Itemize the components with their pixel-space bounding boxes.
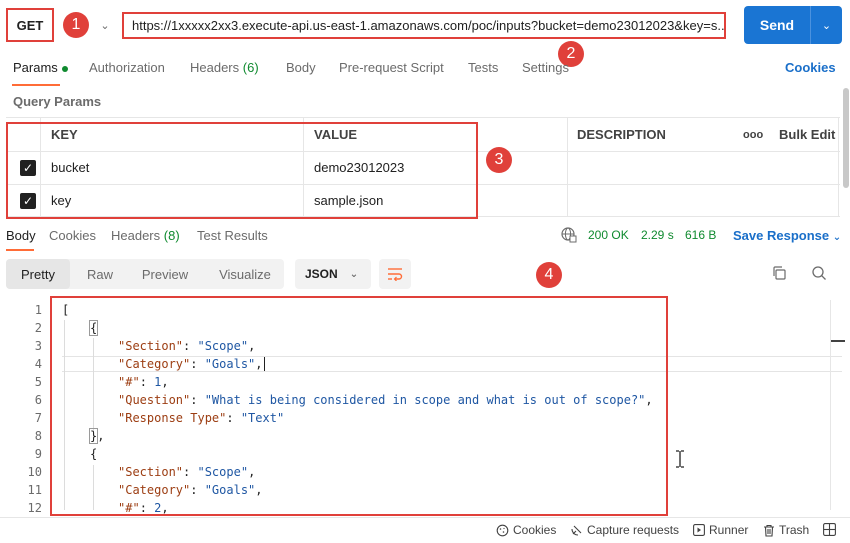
line-number: 3 [34, 339, 42, 353]
tab-params-label: Params [13, 60, 58, 75]
line-number: 5 [34, 375, 42, 389]
response-tab-headers-label: Headers [111, 228, 161, 243]
annotation-badge-1: 1 [63, 12, 89, 38]
tab-params[interactable]: Params [13, 60, 68, 80]
layout-toggle-icon[interactable] [823, 523, 836, 536]
table-col-divider [838, 117, 839, 216]
save-response-button[interactable]: Save Response ⌄ [733, 228, 841, 243]
url-text: https://1xxxxx2xx3.execute-api.us-east-1… [132, 18, 726, 33]
footer-cookies-label: Cookies [513, 523, 557, 537]
chevron-down-icon[interactable]: ⌄ [811, 19, 842, 32]
wrap-lines-icon[interactable] [379, 259, 411, 289]
line-number: 2 [34, 321, 42, 335]
badge-number: 1 [71, 16, 81, 33]
response-tab-test-results[interactable]: Test Results [197, 228, 268, 243]
format-select-label: JSON [305, 267, 338, 281]
tab-headers[interactable]: Headers (6) [190, 60, 259, 80]
trash-icon [764, 524, 774, 537]
search-icon[interactable] [811, 265, 827, 281]
pretty-button[interactable]: Pretty [6, 259, 70, 289]
annotation-badge-4: 4 [536, 262, 562, 288]
tab-prerequest-label: Pre-request Script [339, 60, 444, 75]
response-tab-headers-count: (8) [163, 228, 180, 243]
footer-runner-button[interactable]: Runner [693, 523, 748, 537]
bulk-edit-button[interactable]: Bulk Edit [779, 127, 835, 142]
chevron-down-icon: ⌄ [832, 232, 842, 243]
url-input[interactable]: https://1xxxxx2xx3.execute-api.us-east-1… [122, 12, 726, 39]
footer-runner-label: Runner [709, 523, 749, 537]
table-col-divider [567, 117, 568, 216]
line-number: 12 [27, 501, 42, 513]
raw-button[interactable]: Raw [74, 259, 126, 289]
response-size[interactable]: 616 B [685, 228, 716, 242]
chevron-down-icon[interactable]: ⌄ [96, 16, 114, 34]
play-icon [693, 524, 705, 536]
tab-tests-label: Tests [468, 60, 499, 75]
tab-authorization-label: Authorization [89, 60, 165, 75]
method-select[interactable]: GET [6, 8, 54, 42]
annotation-box-params [6, 122, 478, 219]
tab-settings-label: Settings [522, 60, 569, 75]
tab-tests[interactable]: Tests [468, 60, 498, 80]
tab-body-label: Body [286, 60, 316, 75]
response-time[interactable]: 2.29 s [641, 228, 674, 242]
satellite-icon [571, 525, 582, 536]
response-tab-cookies[interactable]: Cookies [49, 228, 96, 243]
tab-headers-count: (6) [242, 60, 259, 75]
save-response-label: Save Response [733, 228, 830, 243]
footer-trash-button[interactable]: Trash [763, 523, 809, 537]
badge-number: 4 [544, 266, 554, 283]
column-header-description: DESCRIPTION [577, 127, 666, 142]
response-tab-headers[interactable]: Headers (8) [111, 228, 180, 243]
line-number: 11 [27, 483, 42, 497]
table-border-top [6, 117, 840, 118]
response-status[interactable]: 200 OK [588, 228, 629, 242]
query-params-label: Query Params [13, 94, 102, 109]
tab-headers-label: Headers [190, 60, 240, 75]
send-button[interactable]: Send ⌄ [744, 6, 842, 44]
visualize-button[interactable]: Visualize [206, 259, 284, 289]
footer-divider [0, 517, 850, 518]
tab-settings[interactable]: Settings [522, 60, 569, 80]
active-dot-icon [61, 65, 68, 72]
method-label: GET [16, 17, 44, 33]
minimap-divider [830, 300, 831, 510]
line-number: 10 [27, 465, 42, 479]
line-number: 4 [34, 357, 42, 371]
cookie-icon [496, 524, 509, 536]
preview-button[interactable]: Preview [132, 259, 198, 289]
tab-body[interactable]: Body [286, 60, 316, 80]
line-number: 1 [34, 303, 42, 317]
more-options-icon[interactable]: ooo [743, 129, 763, 141]
annotation-box-response [50, 296, 668, 516]
line-number: 7 [34, 411, 42, 425]
response-tab-body[interactable]: Body [6, 228, 36, 243]
cookies-link[interactable]: Cookies [785, 60, 836, 75]
line-numbers-gutter: 1 2 3 4 5 6 7 8 9 10 11 12 [0, 303, 42, 513]
annotation-badge-3: 3 [486, 147, 512, 173]
minimap-marker [831, 340, 845, 342]
line-number: 8 [34, 429, 42, 443]
badge-number: 3 [494, 151, 504, 168]
copy-icon[interactable] [771, 265, 787, 281]
line-number: 6 [34, 393, 42, 407]
footer-cookies-button[interactable]: Cookies [496, 523, 556, 537]
format-select[interactable]: JSON ⌄ [295, 259, 371, 289]
tab-authorization[interactable]: Authorization [89, 60, 165, 80]
text-cursor-icon [674, 450, 686, 468]
tab-active-indicator [12, 84, 60, 86]
footer-capture-label: Capture requests [587, 523, 680, 537]
footer-trash-label: Trash [779, 523, 810, 537]
tab-prerequest-script[interactable]: Pre-request Script [339, 60, 444, 80]
chevron-down-icon: ⌄ [349, 268, 359, 280]
line-number: 9 [34, 447, 42, 461]
globe-icon[interactable] [561, 227, 577, 243]
footer-capture-button[interactable]: Capture requests [570, 523, 679, 537]
response-tab-active-indicator [6, 249, 34, 251]
params-scrollbar[interactable] [843, 88, 849, 188]
send-label: Send [759, 17, 795, 33]
